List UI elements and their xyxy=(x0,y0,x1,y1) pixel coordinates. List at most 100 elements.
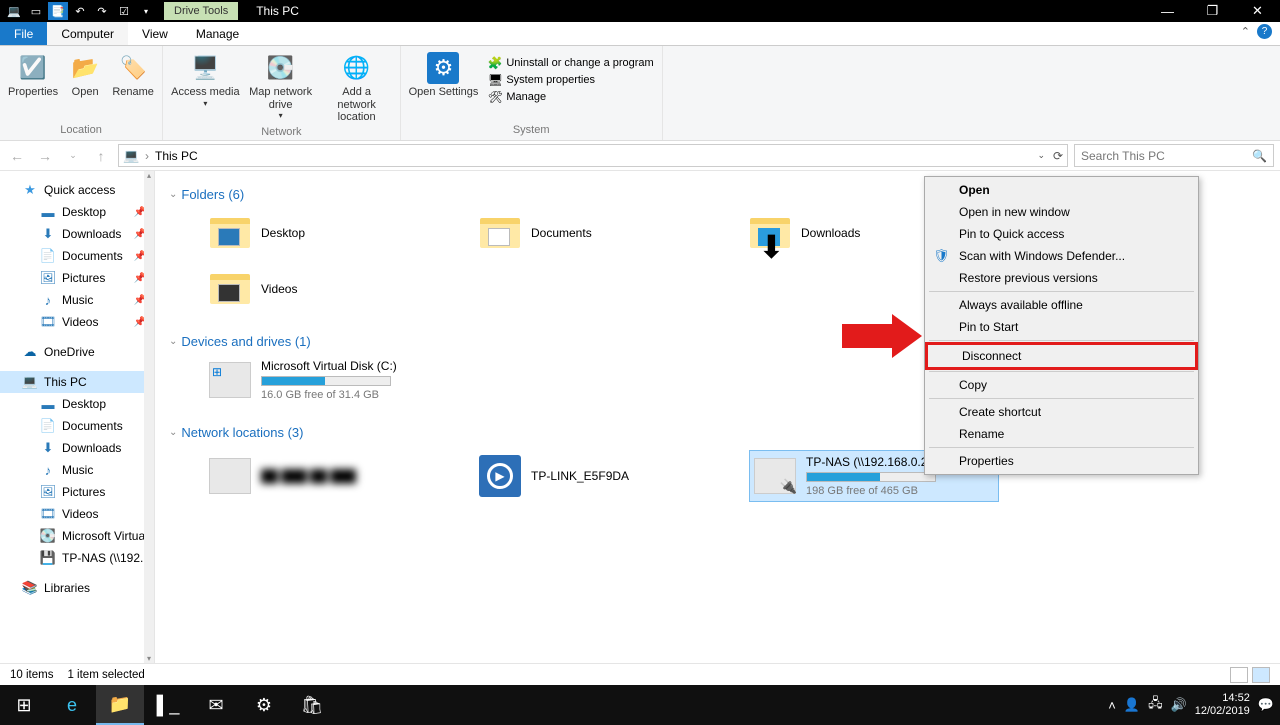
ribbon-group-location: Location xyxy=(8,122,154,140)
ctx-scan-defender[interactable]: 🛡Scan with Windows Defender... xyxy=(925,245,1198,267)
tray-up-icon[interactable]: ˄ xyxy=(1108,698,1116,713)
qat-redo-icon[interactable]: ↷ xyxy=(92,2,112,20)
sidebar-music[interactable]: ♪Music📌 xyxy=(0,289,154,311)
tab-computer[interactable]: Computer xyxy=(47,22,128,45)
refresh-icon[interactable]: ⟳ xyxy=(1053,149,1063,163)
qat-properties-icon[interactable]: 📑 xyxy=(48,2,68,20)
details-view-button[interactable] xyxy=(1230,667,1248,683)
ribbon-group-system: System xyxy=(409,122,654,140)
sidebar-desktop[interactable]: ▬Desktop📌 xyxy=(0,201,154,223)
ctx-always-offline[interactable]: Always available offline xyxy=(925,294,1198,316)
open-settings-button[interactable]: ⚙Open Settings xyxy=(409,52,479,99)
sidebar-libraries[interactable]: 📚Libraries xyxy=(0,577,154,599)
sidebar-pc-videos[interactable]: 🎞Videos xyxy=(0,503,154,525)
close-button[interactable]: ✕ xyxy=(1235,0,1280,22)
add-network-button[interactable]: 🌐Add a network location xyxy=(322,52,392,124)
tab-file[interactable]: File xyxy=(0,22,47,45)
maximize-button[interactable]: ❐ xyxy=(1190,0,1235,22)
sidebar-scrollbar[interactable]: ▴▾ xyxy=(144,171,154,663)
sidebar-pc-music[interactable]: ♪Music xyxy=(0,459,154,481)
recent-dropdown-icon[interactable]: ⌄ xyxy=(62,145,84,167)
ctx-create-shortcut[interactable]: Create shortcut xyxy=(925,401,1198,423)
taskbar-mail[interactable]: ✉ xyxy=(192,685,240,725)
forward-button[interactable]: → xyxy=(34,145,56,167)
ctx-open[interactable]: Open xyxy=(925,179,1198,201)
sidebar-documents[interactable]: 📄Documents📌 xyxy=(0,245,154,267)
collapse-ribbon-icon[interactable]: ⌃ xyxy=(1241,25,1250,38)
drive-tools-tab[interactable]: Drive Tools xyxy=(164,2,238,20)
tray-network-icon[interactable]: 🖧 xyxy=(1148,694,1163,716)
tray-people-icon[interactable]: 👤 xyxy=(1124,697,1140,713)
sidebar-quick-access[interactable]: ★Quick access xyxy=(0,179,154,201)
help-icon[interactable]: ? xyxy=(1257,24,1272,39)
ctx-separator xyxy=(929,340,1194,341)
folder-desktop[interactable]: Desktop xyxy=(209,212,439,254)
tray-notifications-icon[interactable]: 💬 xyxy=(1258,697,1274,713)
qat-delete-icon[interactable]: ☑ xyxy=(114,2,134,20)
sidebar-virtual-disk[interactable]: 💽Microsoft Virtua xyxy=(0,525,154,547)
taskbar-cmd[interactable]: ▌_ xyxy=(144,685,192,725)
rename-button[interactable]: 🏷️Rename xyxy=(112,52,154,99)
system-properties-button[interactable]: 🖥System properties xyxy=(488,73,653,87)
pc-icon: 💻 xyxy=(123,148,139,164)
ctx-open-new-window[interactable]: Open in new window xyxy=(925,201,1198,223)
sidebar-pc-pictures[interactable]: 🖼Pictures xyxy=(0,481,154,503)
sidebar-pc-downloads[interactable]: ⬇Downloads xyxy=(0,437,154,459)
folder-documents[interactable]: Documents xyxy=(479,212,709,254)
ctx-pin-quick-access[interactable]: Pin to Quick access xyxy=(925,223,1198,245)
tray-clock[interactable]: 14:52 12/02/2019 xyxy=(1195,692,1250,717)
search-icon[interactable]: 🔍 xyxy=(1252,149,1267,163)
ctx-properties[interactable]: Properties xyxy=(925,450,1198,472)
sidebar-videos[interactable]: 🎞Videos📌 xyxy=(0,311,154,333)
drive-usage-bar xyxy=(261,376,391,386)
taskbar-store[interactable]: 🛍 xyxy=(288,685,336,725)
tab-view[interactable]: View xyxy=(128,22,182,45)
ctx-pin-start[interactable]: Pin to Start xyxy=(925,316,1198,338)
search-input[interactable]: Search This PC 🔍 xyxy=(1074,144,1274,167)
up-button[interactable]: ↑ xyxy=(90,145,112,167)
defender-icon: 🛡 xyxy=(933,248,950,264)
folder-videos[interactable]: Videos xyxy=(209,268,439,310)
start-button[interactable]: ⊞ xyxy=(0,685,48,725)
tiles-view-button[interactable] xyxy=(1252,667,1270,683)
back-button[interactable]: ← xyxy=(6,145,28,167)
map-drive-button[interactable]: 💽Map network drive▾ xyxy=(246,52,316,120)
ctx-copy[interactable]: Copy xyxy=(925,374,1198,396)
annotation-arrow xyxy=(842,324,892,348)
ctx-disconnect[interactable]: Disconnect xyxy=(925,342,1198,370)
tab-manage[interactable]: Manage xyxy=(182,22,253,45)
network-location-1[interactable]: ██ ███ ██ ███ xyxy=(209,450,439,502)
taskbar-explorer[interactable]: 📁 xyxy=(96,685,144,725)
sidebar-downloads[interactable]: ⬇Downloads📌 xyxy=(0,223,154,245)
taskbar-edge[interactable]: e xyxy=(48,685,96,725)
properties-button[interactable]: ☑️Properties xyxy=(8,52,58,99)
sidebar-pc-desktop[interactable]: ▬Desktop xyxy=(0,393,154,415)
taskbar-settings[interactable]: ⚙ xyxy=(240,685,288,725)
status-item-count: 10 items xyxy=(10,669,53,681)
minimize-button[interactable]: — xyxy=(1145,0,1190,22)
ctx-rename[interactable]: Rename xyxy=(925,423,1198,445)
network-media-device[interactable]: ▶ TP-LINK_E5F9DA xyxy=(479,450,709,502)
ribbon: ☑️Properties 📂Open 🏷️Rename Location 🖥️A… xyxy=(0,46,1280,141)
sidebar-this-pc[interactable]: 💻This PC xyxy=(0,371,154,393)
sidebar-pc-documents[interactable]: 📄Documents xyxy=(0,415,154,437)
qat-file-icon[interactable]: ▭ xyxy=(26,2,46,20)
sidebar-nas[interactable]: 💾TP-NAS (\\192.1 xyxy=(0,547,154,569)
drive-c[interactable]: ⊞ Microsoft Virtual Disk (C:) 16.0 GB fr… xyxy=(209,359,469,401)
window-title: This PC xyxy=(238,4,299,18)
libraries-icon: 📚 xyxy=(22,580,38,596)
map-drive-icon: 💽 xyxy=(265,52,297,84)
qat-undo-icon[interactable]: ↶ xyxy=(70,2,90,20)
open-button[interactable]: 📂Open xyxy=(64,52,106,99)
uninstall-program-button[interactable]: 🧩Uninstall or change a program xyxy=(488,56,653,70)
sidebar-pictures[interactable]: 🖼Pictures📌 xyxy=(0,267,154,289)
manage-button[interactable]: 🛠Manage xyxy=(488,90,653,104)
access-media-button[interactable]: 🖥️Access media▾ xyxy=(171,52,239,108)
qat-dropdown-icon[interactable]: ▾ xyxy=(136,2,156,20)
address-dropdown-icon[interactable]: ⌄ xyxy=(1037,150,1045,161)
sidebar-onedrive[interactable]: ☁OneDrive xyxy=(0,341,154,363)
qat-pc-icon[interactable]: 💻 xyxy=(4,2,24,20)
ctx-restore-versions[interactable]: Restore previous versions xyxy=(925,267,1198,289)
address-bar[interactable]: 💻 › This PC ⌄ ⟳ xyxy=(118,144,1068,167)
tray-volume-icon[interactable]: 🔊 xyxy=(1171,697,1187,713)
